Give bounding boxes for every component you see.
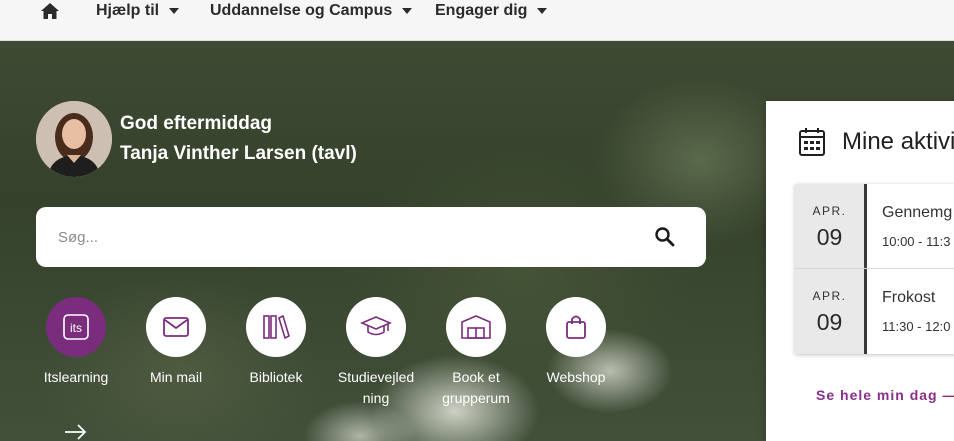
arrow-right-icon[interactable] — [64, 424, 88, 440]
shortcuts: its Itslearning Min mail Bibliotek Studi… — [36, 297, 636, 407]
itslearning-icon: its — [46, 297, 106, 357]
nav-help[interactable]: Hjælp til — [96, 2, 180, 20]
event-info: Gennemg 10:00 - 11:3 — [867, 184, 952, 268]
event-month: APR. — [812, 204, 847, 218]
nav-education-label: Uddannelse og Campus — [210, 2, 393, 19]
event-time: 11:30 - 12:0 — [882, 319, 951, 334]
room-icon — [446, 297, 506, 357]
event-date: APR. 09 — [795, 184, 867, 268]
shortcut-label: Bibliotek — [249, 369, 303, 385]
event-day: 09 — [816, 309, 843, 335]
nav-help-label: Hjælp til — [96, 2, 160, 19]
greeting-line: God eftermiddag — [120, 113, 273, 134]
graduation-cap-icon — [346, 297, 406, 357]
event-item[interactable]: APR. 09 Gennemg 10:00 - 11:3 — [795, 184, 954, 269]
event-month: APR. — [812, 289, 847, 303]
shortcut-label: Webshop — [546, 369, 606, 385]
search-input[interactable] — [58, 223, 618, 251]
shortcut-label: Book et grupperum — [442, 369, 510, 406]
books-icon — [246, 297, 306, 357]
shortcut-label: Min mail — [149, 369, 203, 385]
svg-text:its: its — [70, 321, 82, 335]
shortcut-label: Studievejled ning — [337, 369, 415, 406]
activities-header: Mine aktivit — [798, 127, 954, 157]
event-title: Frokost — [882, 289, 936, 306]
nav-engage[interactable]: Engager dig — [435, 2, 548, 20]
nav-education-campus[interactable]: Uddannelse og Campus — [210, 2, 413, 20]
mail-icon — [146, 297, 206, 357]
avatar[interactable] — [36, 101, 112, 177]
nav-engage-label: Engager dig — [435, 2, 528, 19]
greeting: God eftermiddag Tanja Vinther Larsen (ta… — [36, 101, 357, 177]
events-list: APR. 09 Gennemg 10:00 - 11:3 APR. 09 Fro… — [795, 184, 954, 354]
shortcut-library[interactable]: Bibliotek — [236, 297, 316, 388]
activities-title: Mine aktivit — [842, 128, 954, 155]
shortcut-mail[interactable]: Min mail — [136, 297, 216, 388]
shortcut-itslearning[interactable]: its Itslearning — [36, 297, 116, 388]
profile-photo — [36, 101, 112, 177]
chevron-down-icon — [402, 8, 413, 14]
event-day: 09 — [816, 224, 843, 250]
event-item[interactable]: APR. 09 Frokost 11:30 - 12:0 — [795, 269, 954, 354]
shortcut-study-guidance[interactable]: Studievejled ning — [336, 297, 416, 409]
hero-section: God eftermiddag Tanja Vinther Larsen (ta… — [0, 41, 954, 441]
chevron-down-icon — [169, 8, 180, 14]
activities-card: Mine aktivit APR. 09 Gennemg 10:00 - 11:… — [766, 101, 954, 441]
event-title: Gennemg — [882, 204, 953, 221]
shopping-bag-icon — [546, 297, 606, 357]
user-name: Tanja Vinther Larsen (tavl) — [120, 143, 357, 164]
home-icon[interactable] — [40, 2, 60, 20]
event-time: 10:00 - 11:3 — [882, 234, 951, 249]
chevron-down-icon — [537, 8, 548, 14]
search-box — [36, 207, 706, 267]
top-navigation: Hjælp til Uddannelse og Campus Engager d… — [0, 0, 954, 41]
search-icon[interactable] — [652, 224, 678, 250]
calendar-icon — [799, 128, 825, 156]
shortcut-label: Itslearning — [43, 369, 109, 385]
event-date: APR. 09 — [795, 269, 867, 354]
see-full-day-link[interactable]: Se hele min dag — — [816, 387, 954, 403]
event-info: Frokost 11:30 - 12:0 — [867, 269, 950, 354]
shortcut-webshop[interactable]: Webshop — [536, 297, 616, 388]
shortcut-book-room[interactable]: Book et grupperum — [436, 297, 516, 409]
